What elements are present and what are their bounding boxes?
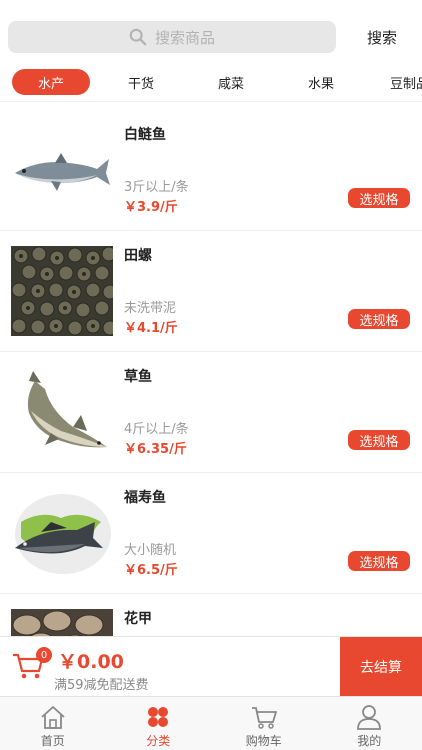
checkout-button[interactable]: 去结算 bbox=[340, 637, 422, 697]
delivery-note: 满59减免配送费 bbox=[54, 678, 149, 693]
product-image bbox=[11, 488, 113, 578]
nav-label-category: 分类 bbox=[146, 734, 171, 748]
nav-label-cart: 购物车 bbox=[245, 734, 282, 748]
cart-count-badge: 0 bbox=[36, 647, 52, 663]
bottom-nav: 首页 分类 购物车 我的 bbox=[0, 696, 422, 750]
nav-cart[interactable]: 购物车 bbox=[211, 697, 317, 750]
product-item[interactable]: 田螺 未洗带泥 ￥4.1/斤 选规格 bbox=[0, 231, 422, 352]
tab-fruit[interactable]: 水果 bbox=[292, 69, 350, 95]
product-image bbox=[11, 125, 113, 215]
category-icon bbox=[148, 707, 169, 727]
product-spec: 3斤以上/条 bbox=[124, 180, 189, 195]
silver-carp-image bbox=[11, 125, 113, 215]
product-price: ￥6.5/斤 bbox=[124, 563, 178, 578]
category-page: 搜索商品 搜索 水产 干货 咸菜 水果 豆制品 白鲢鱼 3斤 bbox=[0, 0, 422, 750]
product-name: 福寿鱼 bbox=[124, 490, 166, 506]
cart-icon bbox=[251, 707, 277, 729]
product-item[interactable]: 草鱼 4斤以上/条 ￥6.35/斤 选规格 bbox=[0, 352, 422, 473]
nav-label-home: 首页 bbox=[40, 734, 65, 748]
search-placeholder: 搜索商品 bbox=[154, 28, 215, 47]
product-spec: 大小随机 bbox=[124, 543, 177, 558]
select-spec-button[interactable]: 选规格 bbox=[348, 309, 410, 329]
search-header: 搜索商品 搜索 bbox=[0, 0, 422, 64]
nav-label-profile: 我的 bbox=[357, 734, 382, 748]
select-spec-button[interactable]: 选规格 bbox=[348, 430, 410, 450]
user-icon bbox=[357, 705, 382, 730]
product-spec: 未洗带泥 bbox=[124, 301, 177, 316]
category-tabs: 水产 干货 咸菜 水果 豆制品 bbox=[0, 64, 422, 102]
product-spec: 4斤以上/条 bbox=[124, 422, 189, 437]
product-item[interactable]: 白鲢鱼 3斤以上/条 ￥3.9/斤 选规格 bbox=[0, 110, 422, 231]
nav-profile[interactable]: 我的 bbox=[317, 697, 422, 750]
tilapia-image bbox=[11, 488, 113, 578]
tab-tofu[interactable]: 豆制品 bbox=[382, 69, 422, 95]
river-snails-image bbox=[11, 246, 113, 336]
tab-dried-goods[interactable]: 干货 bbox=[112, 69, 170, 95]
product-name: 花甲 bbox=[124, 611, 152, 627]
product-image bbox=[11, 246, 113, 336]
product-price: ￥6.35/斤 bbox=[124, 442, 187, 457]
cart-total: ￥0.00 bbox=[58, 651, 124, 673]
select-spec-button[interactable]: 选规格 bbox=[348, 551, 410, 571]
home-icon bbox=[41, 706, 65, 729]
product-item[interactable]: 福寿鱼 大小随机 ￥6.5/斤 选规格 bbox=[0, 473, 422, 594]
product-price: ￥3.9/斤 bbox=[124, 200, 178, 215]
tab-aquatic[interactable]: 水产 bbox=[12, 69, 90, 95]
product-name: 草鱼 bbox=[124, 369, 152, 385]
nav-category[interactable]: 分类 bbox=[106, 697, 212, 750]
cart-bar: 0 ￥0.00 满59减免配送费 去结算 bbox=[0, 636, 422, 697]
search-icon bbox=[129, 28, 147, 46]
search-input[interactable]: 搜索商品 bbox=[8, 21, 336, 53]
select-spec-button[interactable]: 选规格 bbox=[348, 188, 410, 208]
product-price: ￥4.1/斤 bbox=[124, 321, 178, 336]
product-image bbox=[11, 367, 113, 457]
product-name: 白鲢鱼 bbox=[124, 127, 166, 143]
tab-pickles[interactable]: 咸菜 bbox=[202, 69, 260, 95]
grass-carp-image bbox=[11, 367, 113, 457]
search-button[interactable]: 搜索 bbox=[352, 21, 412, 53]
nav-home[interactable]: 首页 bbox=[0, 697, 106, 750]
product-name: 田螺 bbox=[124, 248, 152, 264]
